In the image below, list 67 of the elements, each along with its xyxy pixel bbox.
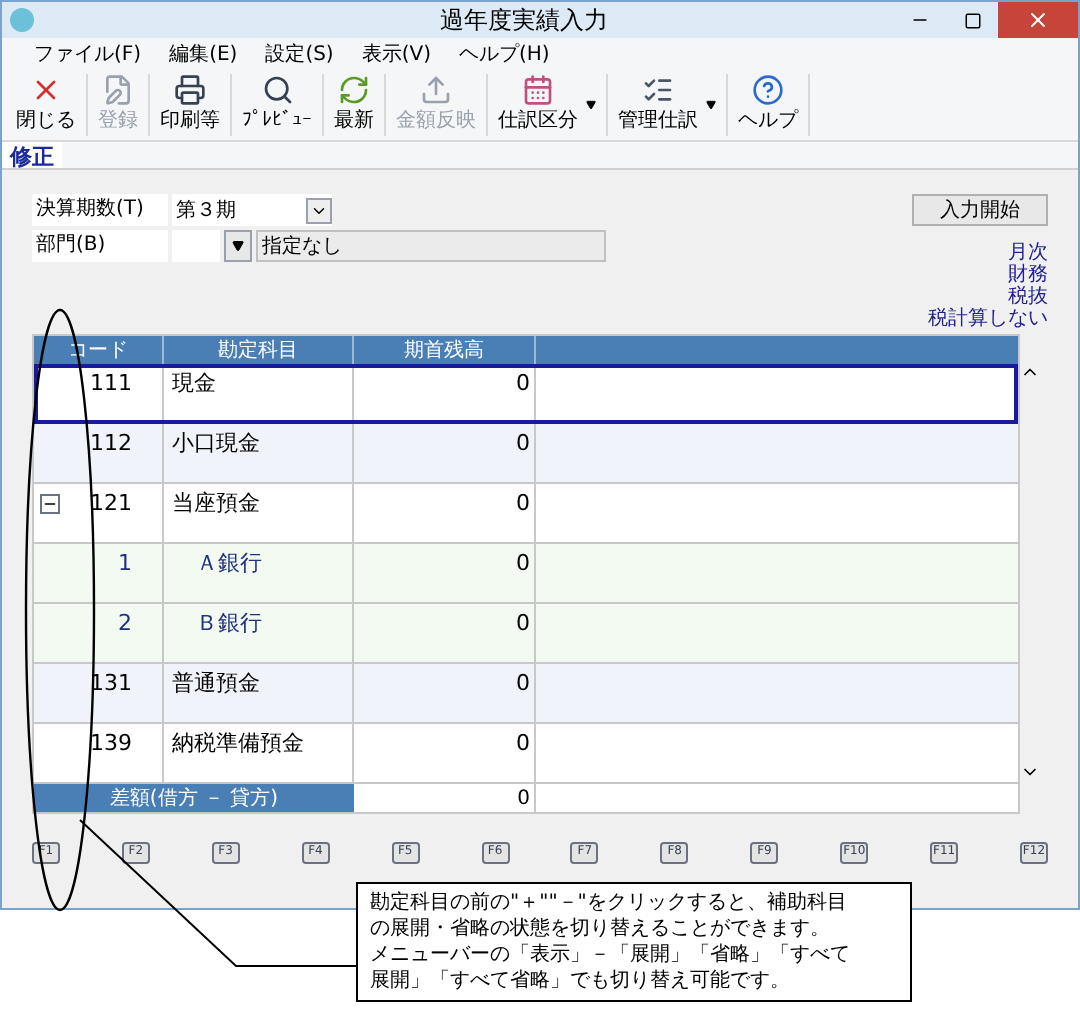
department-name-field: 指定なし [256,230,606,262]
callout-text: 勘定科目の前の"＋""－"をクリックすると、補助科目 の展開・省略の状態を切り替えることができます。 メニューバーの「表示」－「展開」「省略」「すべて 展開」「すべて省略」でも切り替え可能です。 [356,882,912,1002]
total-balance-cell: 0 [354,784,536,812]
dropdown-arrow-icon [232,240,244,252]
toolbar-icon [420,74,452,106]
close-icon [1026,8,1050,32]
collapse-toggle[interactable] [40,494,60,514]
balance-cell: 0 [516,550,530,576]
period-dropdown[interactable]: 第３期 [172,194,332,226]
toolbar-button[interactable]: 閉じる [10,74,82,136]
maximize-icon [963,11,981,29]
code-cell-text: 139 [88,728,132,760]
account-cell: Ｂ銀行 [196,610,262,636]
account-cell: 小口現金 [172,430,260,456]
toolbar-button[interactable]: 仕訳区分 [492,74,602,136]
code-cell-text: 111 [88,368,132,400]
balance-cell: 0 [516,430,530,456]
toolbar-icon [338,74,370,106]
balance-cell: 0 [516,370,530,396]
table-row[interactable]: 112 小口現金 0 [34,424,1018,484]
toolbar-icon [522,74,554,106]
dropdown-arrow-icon [706,100,716,110]
start-input-button[interactable]: 入力開始 [912,194,1048,226]
field-label: 部門(B) [32,230,168,262]
menu-item[interactable]: ファイル(F) [34,39,142,69]
toolbar-button[interactable]: ヘルプ [732,74,804,136]
toolbar-icon [752,74,784,106]
account-cell: 当座預金 [172,490,260,516]
total-label: 差額(借方 － 貸方) [34,784,354,812]
code-cell-text: 2 [116,608,132,640]
mode-label: 財務 [1008,264,1048,286]
balance-cell: 0 [516,490,530,516]
toolbar-button[interactable]: ﾌﾟﾚﾋﾞｭｰ [236,74,318,136]
toolbar-icon [642,74,674,106]
menu-item[interactable]: 表示(V) [361,39,431,69]
table-row[interactable]: 1 Ａ銀行 0 [34,544,1018,604]
code-cell-text: 1 [116,548,132,580]
balance-cell: 0 [516,730,530,756]
balance-cell: 0 [516,670,530,696]
toolbar-icon [261,74,293,106]
table-row[interactable]: 2 Ｂ銀行 0 [34,604,1018,664]
toolbar-button[interactable]: 最新 [328,74,380,136]
department-picker-button[interactable] [224,230,252,262]
close-button[interactable] [998,2,1078,38]
table-row[interactable]: 111 現金 0 [34,364,1018,424]
code-cell-text: 112 [88,428,132,460]
mode-label: 月次 [1008,242,1048,264]
toolbar-button[interactable]: 管理仕訳 [612,74,722,136]
balance-cell: 0 [516,610,530,636]
toolbar-icon [174,74,206,106]
table-row[interactable]: 139 納税準備預金 0 [34,724,1018,784]
app-icon [10,8,34,32]
account-cell: 納税準備預金 [172,730,304,756]
toolbar-icon [102,74,134,106]
mode-label: 税計算しない [928,308,1048,330]
dropdown-arrow-icon [586,100,596,110]
tab[interactable]: 修正 [2,142,62,168]
window-title: 過年度実績入力 [438,4,610,38]
account-cell: Ａ銀行 [196,550,262,576]
field-label: 決算期数(T) [32,194,168,226]
toolbar-button[interactable]: 印刷等 [154,74,226,136]
menu-item[interactable]: 編集(E) [169,39,238,69]
menu-item[interactable]: 設定(S) [265,39,334,69]
account-cell: 現金 [172,370,216,396]
menu-item[interactable]: ヘルプ(H) [459,39,550,69]
account-cell: 普通預金 [172,670,260,696]
mode-label: 税抜 [1008,286,1048,308]
